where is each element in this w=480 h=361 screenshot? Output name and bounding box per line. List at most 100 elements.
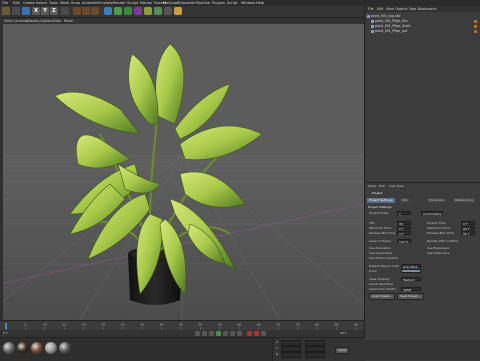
array-icon[interactable] [134, 7, 142, 15]
timeline-tick-label: 65 [257, 323, 261, 327]
material-manager [0, 337, 272, 361]
tab-info[interactable]: Info [400, 198, 410, 203]
polygon-object-icon [371, 29, 374, 33]
tab-project-settings[interactable]: Project Settings [367, 198, 395, 203]
environment-icon[interactable] [154, 7, 162, 15]
maximum-time-field[interactable]: 90 F [461, 226, 475, 231]
coordinates-manager: X Y Z Apply [272, 337, 365, 361]
attr-label: Use Expression [427, 246, 450, 250]
attr-label: Use Deformers [427, 251, 450, 255]
om-menu-objects[interactable]: Objects [395, 6, 407, 12]
attr-menu-edit[interactable]: Edit [379, 184, 385, 188]
coord-pos-z[interactable] [281, 352, 301, 358]
autokey-icon[interactable] [254, 331, 259, 336]
deformer-icon[interactable] [144, 7, 152, 15]
object-row[interactable]: plant_001_Pflge_pot [371, 29, 479, 33]
attr-label: Use Motion System [369, 256, 398, 260]
attr-menu-mode[interactable]: Mode [368, 184, 376, 188]
attr-menu-user-data[interactable]: User Data [389, 184, 404, 188]
load-preset-button[interactable]: Load Preset... [369, 293, 396, 300]
attr-label: Preview Max Time [427, 231, 455, 235]
subdivision-icon[interactable] [124, 7, 132, 15]
play-icon[interactable] [216, 331, 221, 336]
om-menu-view[interactable]: View [386, 6, 394, 12]
apply-button[interactable]: Apply [335, 347, 350, 354]
render-picture-viewer-icon[interactable] [82, 7, 90, 15]
material-swatch[interactable] [31, 342, 43, 354]
next-key-icon[interactable] [230, 331, 235, 336]
start-frame[interactable]: 0 F [3, 331, 8, 335]
attr-title: Project [372, 191, 383, 195]
level-of-detail-field[interactable]: 100 % [397, 239, 411, 244]
pen-icon[interactable] [114, 7, 122, 15]
preview-min-field[interactable]: 0 F [397, 231, 411, 236]
minimum-time-field[interactable]: 0 F [397, 226, 411, 231]
material-swatch[interactable] [45, 342, 57, 354]
left-palette [0, 24, 3, 320]
material-tag-icon[interactable] [474, 24, 477, 28]
preview-max-field[interactable]: 90 F [461, 231, 475, 236]
previous-frame-icon[interactable] [209, 331, 214, 336]
object-name: plant_001_Pflge_pot [375, 29, 408, 33]
attr-label: Project Scale [369, 211, 389, 215]
project-scale-field[interactable]: 1 [397, 211, 411, 216]
om-menu-edit[interactable]: Edit [377, 6, 383, 12]
object-name: plant_001_Pflge_GodX [375, 24, 411, 28]
polygon-object-icon [371, 19, 374, 23]
timeline-tick-label: 20 [82, 323, 86, 327]
live-selection-icon[interactable] [12, 7, 20, 15]
material-tag-icon[interactable] [474, 19, 477, 23]
input-color-profile-select[interactable]: sRGB [401, 287, 421, 292]
project-time-field[interactable]: 0 F [461, 221, 475, 226]
material-swatch[interactable] [3, 342, 15, 354]
move-icon[interactable] [22, 7, 30, 15]
coordinate-system-icon[interactable] [61, 7, 69, 15]
tab-referencing[interactable]: Referencing [453, 198, 475, 203]
keyframe-selection-icon[interactable] [261, 331, 266, 336]
render-view-icon[interactable] [73, 7, 81, 15]
material-swatch[interactable] [17, 342, 29, 354]
tab-dynamics[interactable]: Dynamics [427, 198, 446, 203]
material-swatch[interactable] [59, 342, 71, 354]
attr-label: Maximum Time [427, 226, 451, 230]
axis-z-button[interactable]: Z [50, 7, 58, 15]
timeline-tick-label: 90 [354, 323, 358, 327]
attr-label: Render LOD in Editor [427, 239, 459, 243]
color-swatch[interactable] [401, 269, 421, 273]
attribute-manager: Mode Edit User Data Project Project Sett… [364, 182, 480, 341]
fps-field[interactable]: 30 [397, 221, 411, 226]
om-menu-file[interactable]: File [368, 6, 374, 12]
object-row[interactable]: plant_001_top.c4d [367, 14, 479, 18]
light-icon[interactable] [174, 7, 182, 15]
object-row[interactable]: plant_001_Pflge_Sku [371, 19, 479, 23]
axis-x-button[interactable]: X [32, 7, 40, 15]
view-clipping-select[interactable]: Medium [401, 277, 421, 282]
record-icon[interactable] [247, 331, 252, 336]
attr-label: Preview Min Time [369, 231, 396, 235]
timeline-tick-label: 85 [335, 323, 339, 327]
undo-icon[interactable] [2, 7, 10, 15]
previous-key-icon[interactable] [202, 331, 207, 336]
timeline-tick-label: 55 [218, 323, 222, 327]
render-settings-icon[interactable] [91, 7, 99, 15]
om-menu-bookmarks[interactable]: Bookmarks [418, 6, 436, 12]
object-name: plant_001_top.c4d [371, 14, 401, 18]
save-preset-button[interactable]: Save Preset... [397, 293, 424, 300]
coord-size-z[interactable] [305, 352, 325, 358]
material-tag-icon[interactable] [474, 29, 477, 33]
viewport-scene [0, 24, 364, 320]
axis-y-button[interactable]: Y [41, 7, 49, 15]
cube-icon[interactable] [104, 7, 112, 15]
default-object-color-select[interactable]: Gray-Blue [401, 264, 421, 269]
playhead[interactable] [5, 323, 7, 329]
object-row[interactable]: plant_001_Pflge_GodX [371, 24, 479, 28]
3d-viewport[interactable] [0, 24, 364, 320]
end-frame[interactable]: 90 F [340, 331, 347, 335]
scale-unit-select[interactable]: Centimeters [421, 211, 443, 216]
go-to-end-icon[interactable] [237, 331, 242, 336]
camera-icon[interactable] [164, 7, 172, 15]
next-frame-icon[interactable] [223, 331, 228, 336]
coord-label-z: Z [276, 352, 279, 356]
om-menu-tags[interactable]: Tags [409, 6, 416, 12]
go-to-start-icon[interactable] [195, 331, 200, 336]
